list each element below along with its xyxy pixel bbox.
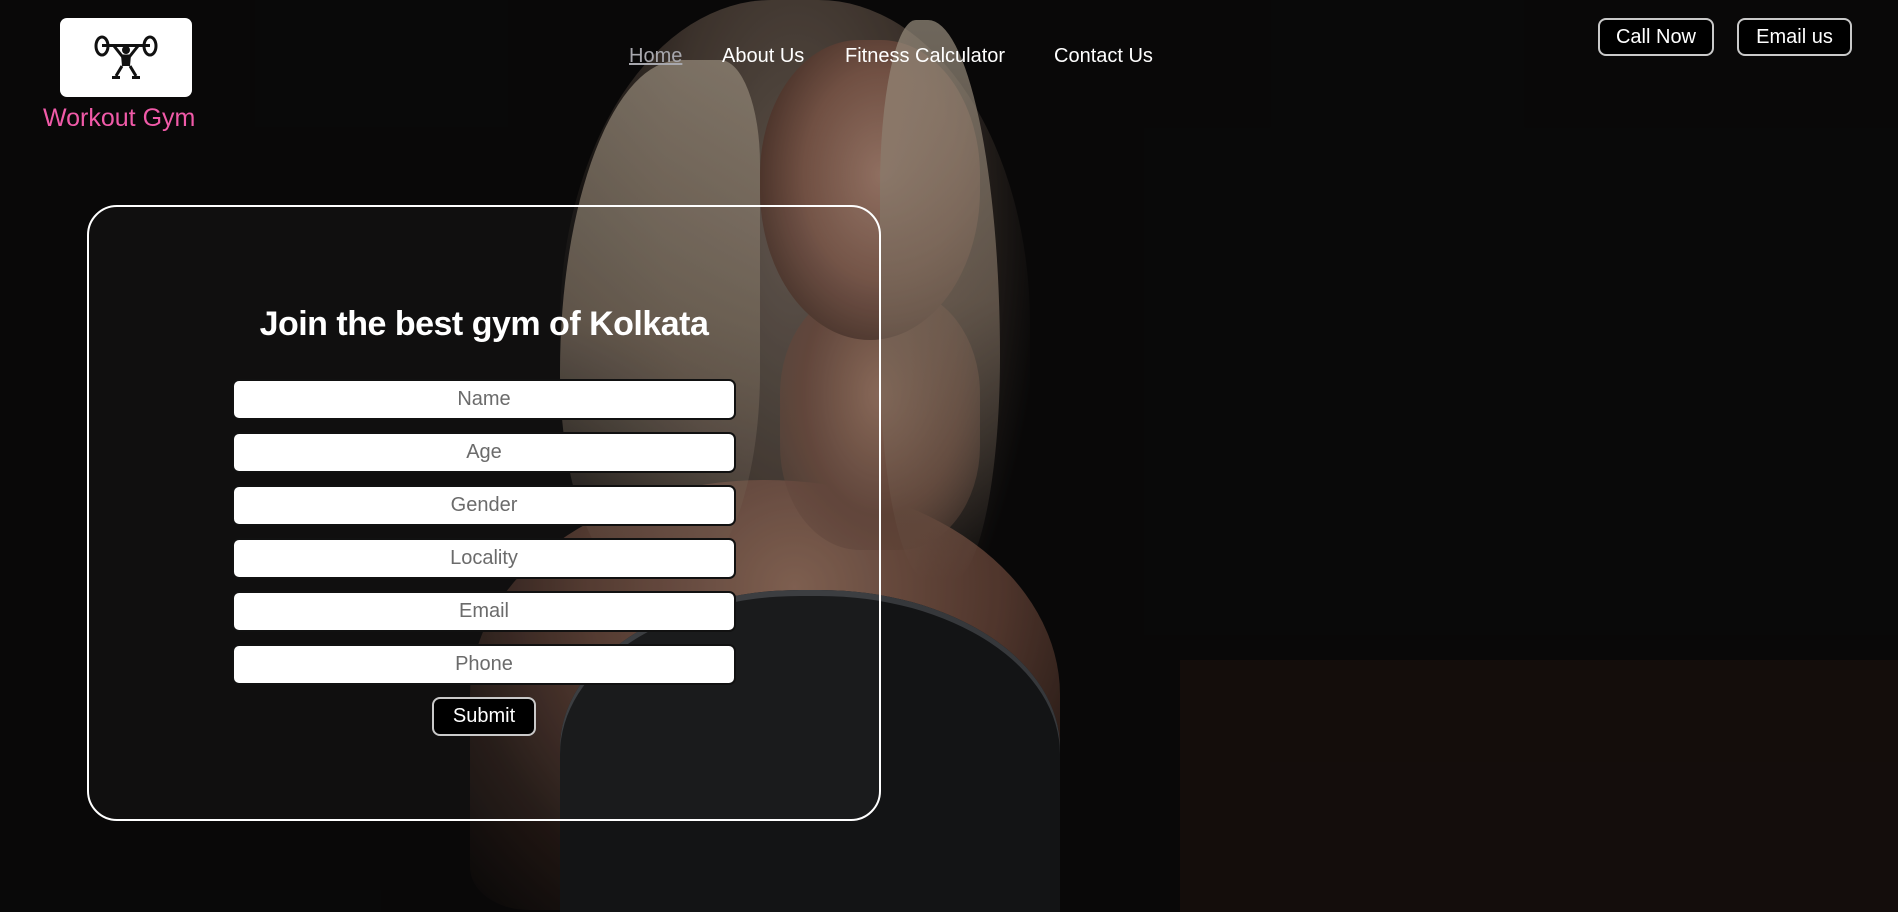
nav-contact-us[interactable]: Contact Us bbox=[1054, 45, 1153, 68]
weightlifter-icon bbox=[94, 35, 158, 79]
page: Workout Gym Home About Us Fitness Calcul… bbox=[0, 0, 1898, 912]
brand-name: Workout Gym bbox=[43, 104, 196, 132]
gender-field[interactable] bbox=[232, 485, 736, 526]
locality-field[interactable] bbox=[232, 538, 736, 579]
submit-button[interactable]: Submit bbox=[432, 697, 536, 736]
name-field[interactable] bbox=[232, 379, 736, 420]
call-now-button[interactable]: Call Now bbox=[1598, 18, 1714, 56]
logo[interactable] bbox=[60, 18, 192, 97]
nav-fitness-calculator[interactable]: Fitness Calculator bbox=[845, 45, 1005, 68]
form-title: Join the best gym of Kolkata bbox=[259, 305, 709, 343]
phone-field[interactable] bbox=[232, 644, 736, 685]
nav-about-us[interactable]: About Us bbox=[722, 45, 804, 68]
nav-home[interactable]: Home bbox=[629, 45, 682, 68]
email-field[interactable] bbox=[232, 591, 736, 632]
email-us-button[interactable]: Email us bbox=[1737, 18, 1852, 56]
age-field[interactable] bbox=[232, 432, 736, 473]
